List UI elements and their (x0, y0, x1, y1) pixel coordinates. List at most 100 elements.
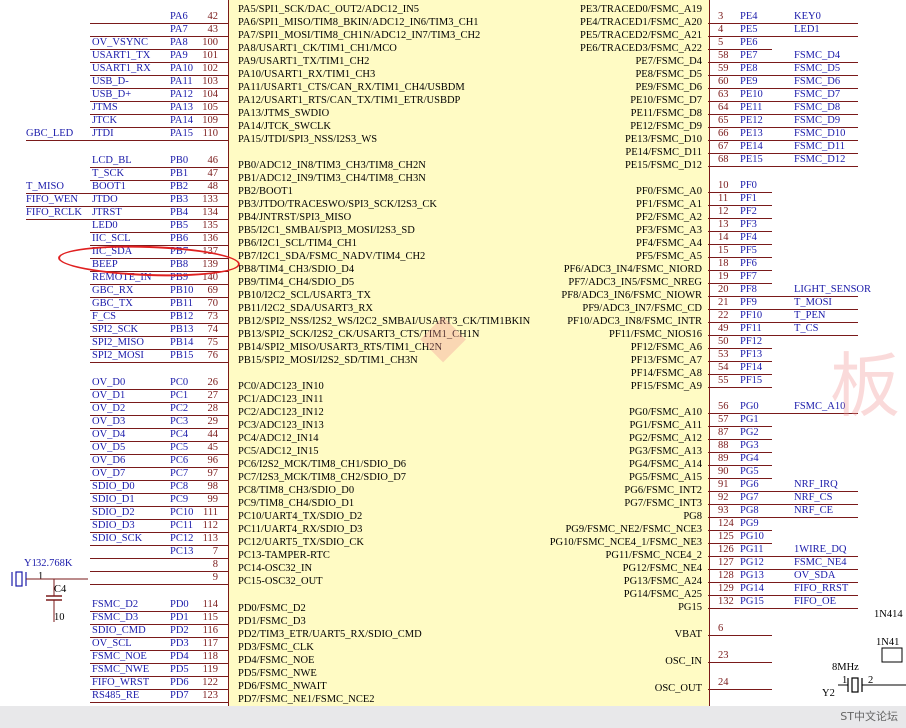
port-label: PD5 (170, 664, 189, 675)
port-label: PB0 (170, 155, 189, 166)
port-label: PE13 (740, 128, 763, 139)
pin-function-left: PC12/UART5_TX/SDIO_CK (238, 537, 364, 548)
pin-function-right: PG11/FSMC_NCE4_2 (605, 550, 702, 561)
net-label: LED1 (794, 24, 820, 35)
pin-number: 65 (718, 115, 729, 126)
port-label: PG1 (740, 414, 759, 425)
pin-function-right: PG2/FSMC_A12 (629, 433, 702, 444)
port-label: PB4 (170, 207, 189, 218)
pin-number: 45 (207, 442, 219, 453)
pin-function-left: PA12/USART1_RTS/CAN_TX/TIM1_ETR/USBDP (238, 95, 461, 106)
pin-number: 112 (202, 520, 218, 531)
pin-number: 10 (718, 180, 729, 191)
port-label: PB13 (170, 324, 194, 335)
pin-number: 55 (718, 375, 729, 386)
pin-function-left: PA6/SPI1_MISO/TIM8_BKIN/ADC12_IN6/TIM3_C… (238, 17, 479, 28)
net-label: FSMC_D10 (794, 128, 846, 139)
port-label: PG3 (740, 440, 759, 451)
pin-function-left: PC15-OSC32_OUT (238, 576, 323, 587)
pin-function-left: PD0/FSMC_D2 (238, 603, 306, 614)
pin-function-left: PC10/UART4_TX/SDIO_D2 (238, 511, 363, 522)
pin-number: 113 (202, 533, 218, 544)
port-label: PB10 (170, 285, 194, 296)
net-label: SDIO_D0 (92, 481, 135, 492)
net-label: SPI2_MOSI (92, 350, 144, 361)
port-label: PG4 (740, 453, 759, 464)
pin-number: 50 (718, 336, 729, 347)
port-label: PF10 (740, 310, 763, 321)
outer-net-label: FIFO_WEN (26, 194, 78, 205)
pin-function-right: PG12/FSMC_NE4 (622, 563, 702, 574)
pin-function-left: PB6/I2C1_SCL/TIM4_CH1 (238, 238, 358, 249)
port-label: PA14 (170, 115, 193, 126)
pin-function-left: PD1/FSMC_D3 (238, 616, 306, 627)
pin-function-left: PB11/I2C2_SDA/USART3_RX (238, 303, 373, 314)
pin-number: 128 (718, 570, 734, 581)
pin-function-right: PE11/FSMC_D8 (630, 108, 702, 119)
pin-number: 100 (202, 37, 218, 48)
pin-number: 104 (202, 89, 218, 100)
pin-number: 66 (718, 128, 729, 139)
net-label: FSMC_D5 (794, 63, 841, 74)
pin-number: 69 (207, 285, 219, 296)
net-label: FSMC_NWE (92, 664, 150, 675)
port-label: PC10 (170, 507, 194, 518)
pin-function-right: PF10/ADC3_IN8/FSMC_INTR (567, 316, 702, 327)
port-label: PF6 (740, 258, 757, 269)
pin-function-left: PA15/JTDI/SPI3_NSS/I2S3_WS (238, 134, 378, 145)
port-label: PF11 (740, 323, 762, 334)
port-label: PD2 (170, 625, 189, 636)
pin-number: 118 (202, 651, 218, 662)
pin-number: 103 (202, 76, 218, 87)
pin-function-right: PF6/ADC3_IN4/FSMC_NIORD (563, 264, 702, 275)
port-label: PC6 (170, 455, 189, 466)
pin-number: 119 (202, 664, 218, 675)
pin-function-left: PB0/ADC12_IN8/TIM3_CH3/TIM8_CH2N (238, 160, 426, 171)
pin-number: 21 (718, 297, 729, 308)
net-label: OV_D5 (92, 442, 126, 453)
port-label: PC5 (170, 442, 189, 453)
net-label: RS485_RE (92, 690, 140, 701)
pin-function-left: PB4/JNTRST/SPI3_MISO (238, 212, 352, 223)
pin-number: 127 (718, 557, 734, 568)
pin-function-left: PB10/I2C2_SCL/USART3_TX (238, 290, 371, 301)
pin-number: 9 (212, 572, 218, 583)
pin-function-left: PA14/JTCK_SWCLK (238, 121, 331, 132)
port-label: PB12 (170, 311, 194, 322)
pin-number: 129 (718, 583, 734, 594)
pin-function-left: PC8/TIM8_CH3/SDIO_D0 (238, 485, 355, 496)
pin-function-left: PC11/UART4_RX/SDIO_D3 (238, 524, 363, 535)
pin-function-left: PB2/BOOT1 (238, 186, 293, 197)
pin-function-right: PF1/FSMC_A1 (636, 199, 702, 210)
pin-function-left: PC9/TIM8_CH4/SDIO_D1 (238, 498, 355, 509)
port-label: PG7 (740, 492, 759, 503)
pin-function-left: PA13/JTMS_SWDIO (238, 108, 330, 119)
pin-wire (708, 689, 772, 690)
pin-number: 102 (202, 63, 218, 74)
net-label: USART1_RX (92, 63, 151, 74)
pin-number: 53 (718, 349, 729, 360)
port-label: PC9 (170, 494, 189, 505)
bottom-scrollbar[interactable] (0, 706, 906, 728)
net-label: USB_D+ (92, 89, 132, 100)
pin-number: 135 (202, 220, 218, 231)
port-label: PE5 (740, 24, 758, 35)
pin-function-left: PC5/ADC12_IN15 (238, 446, 319, 457)
outer-net-label: FIFO_RCLK (26, 207, 83, 218)
pin-number: 56 (718, 401, 729, 412)
pin-function-right: PE4/TRACED1/FSMC_A20 (580, 17, 702, 28)
pin-function-right: PG9/FSMC_NE2/FSMC_NCE3 (565, 524, 702, 535)
pin-function-right: PG1/FSMC_A11 (629, 420, 702, 431)
pin-number: 111 (203, 507, 218, 518)
port-label: PE7 (740, 50, 758, 61)
net-label: SDIO_CMD (92, 625, 146, 636)
pin-function-right: PG0/FSMC_A10 (629, 407, 702, 418)
pin-number: 96 (207, 455, 219, 466)
pin-number: 110 (202, 128, 218, 139)
pin-number: 42 (207, 11, 219, 22)
net-label: OV_D4 (92, 429, 126, 440)
port-label: PG0 (740, 401, 759, 412)
pin-function-right: PG7/FSMC_INT3 (624, 498, 702, 509)
port-label: PF3 (740, 219, 757, 230)
net-label: OV_SCL (92, 638, 132, 649)
